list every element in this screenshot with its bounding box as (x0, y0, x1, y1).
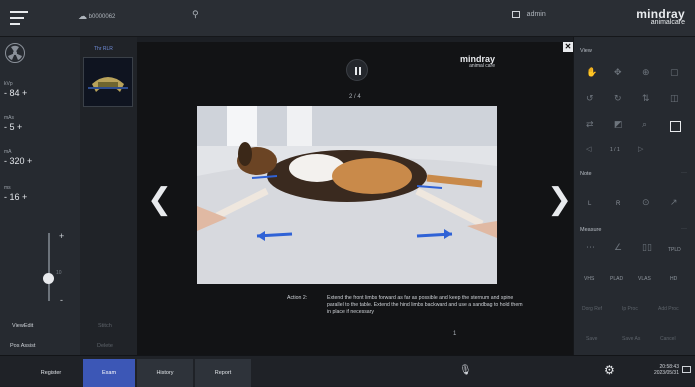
slider-plus[interactable]: + (59, 231, 64, 241)
note-section-title: Note (580, 171, 592, 177)
split-view-icon[interactable]: ◫ (670, 94, 679, 104)
zoom-icon[interactable]: ⊕ (642, 68, 650, 78)
delete-button[interactable]: Delete (97, 343, 113, 349)
measure-vhs[interactable]: VHS (584, 276, 594, 282)
save-as-button[interactable]: Save As (622, 336, 640, 342)
measure-ip-proc[interactable]: Ip Proc (622, 306, 638, 312)
rotate-right-icon[interactable]: ↻ (614, 94, 622, 104)
view-next-icon[interactable]: ▷ (638, 145, 643, 153)
close-icon[interactable]: ✕ (563, 42, 573, 52)
patient-id: b0000062 (88, 14, 116, 20)
measure-hd[interactable]: HD (670, 276, 677, 282)
xray-thumbnail[interactable] (83, 57, 133, 107)
kvp-label: kVp (4, 81, 13, 87)
thumbnail-title: Thr RLR (94, 46, 113, 52)
arrow-annotation-icon[interactable]: ↗ (670, 198, 678, 208)
user-icon (512, 11, 520, 18)
layout-square-icon[interactable] (670, 121, 681, 132)
menu-icon[interactable] (10, 11, 28, 25)
tab-register[interactable]: Register (26, 359, 76, 387)
tab-history[interactable]: History (137, 359, 193, 387)
angle-measure-icon[interactable]: ∠ (614, 243, 622, 253)
previous-arrow-icon[interactable]: ❮ (147, 182, 172, 217)
viewer-brand-logo: mindray animal care (460, 54, 495, 69)
cancel-button[interactable]: Cancel (660, 336, 676, 342)
microphone-icon[interactable]: 🎙 (459, 365, 472, 376)
page-number: 1 (453, 331, 457, 337)
slider-thumb[interactable] (43, 273, 54, 284)
slider-minus[interactable]: - (60, 295, 63, 305)
bottom-bar: Register Exam History Report 🎙 ⚙ 20:58:4… (0, 355, 695, 387)
ma-label: mA (4, 149, 12, 155)
person-icon[interactable]: ⚲ (192, 10, 199, 20)
caption-text: Extend the front limbs forward as far as… (327, 295, 523, 315)
measure-add-proc[interactable]: Add Proc (658, 306, 679, 312)
flip-vertical-icon[interactable]: ⇅ (642, 94, 650, 104)
measure-plad[interactable]: PLAD (610, 276, 623, 282)
view-pager: 1 / 1 (610, 147, 620, 153)
pause-icon (355, 67, 357, 75)
caption-label: Action 2: (287, 295, 308, 301)
parallel-measure-icon[interactable]: ▯▯ (642, 243, 652, 253)
save-button[interactable]: Save (586, 336, 597, 342)
pan-hand-icon[interactable]: ✋ (586, 68, 597, 78)
view-prev-icon[interactable]: ◁ (586, 145, 591, 153)
slider-track (48, 233, 50, 301)
note-right-marker[interactable]: R (616, 201, 620, 207)
tab-report[interactable]: Report (195, 359, 251, 387)
flip-horizontal-icon[interactable]: ⇄ (586, 120, 594, 130)
top-bar: ☁ b0000062 ⚲ admin mindray animalcare (0, 0, 695, 37)
measure-vlas[interactable]: VLAS (638, 276, 651, 282)
cloud-icon: ☁ (78, 12, 87, 22)
measure-more-icon[interactable]: ··· (681, 226, 687, 232)
move-icon[interactable]: ✥ (614, 68, 622, 78)
left-panel: kVp - 84 + mAs - 5 + mA - 320 + ms - 16 … (0, 37, 80, 355)
measure-dorg-ref[interactable]: Dorg Ref (582, 306, 602, 312)
note-left-marker[interactable]: L (588, 201, 591, 207)
ms-label: ms (4, 185, 11, 191)
view-edit-button[interactable]: ViewEdit (12, 323, 33, 329)
pos-assist-button[interactable]: Pos Assist (10, 343, 35, 349)
ms-value[interactable]: - 16 + (4, 192, 27, 202)
brand-logo: mindray animalcare (636, 7, 685, 26)
user-name: admin (526, 11, 546, 18)
settings-gear-icon[interactable]: ⚙ (604, 363, 615, 377)
note-more-icon[interactable]: ··· (681, 170, 687, 176)
intensity-slider[interactable]: + - 10 (35, 227, 65, 317)
radiation-icon[interactable] (5, 43, 25, 63)
next-arrow-icon[interactable]: ❯ (547, 182, 572, 217)
keyboard-icon[interactable] (682, 366, 691, 373)
measure-tpld[interactable]: TPLD (668, 247, 681, 253)
view-section-title: View (580, 48, 592, 54)
kvp-value[interactable]: - 84 + (4, 88, 27, 98)
clock: 20:58:43 2023/05/31 (654, 364, 679, 376)
slider-value: 10 (56, 270, 62, 276)
rotate-left-icon[interactable]: ↺ (586, 94, 594, 104)
measure-section-title: Measure (580, 227, 602, 233)
magnify-icon[interactable]: ⌕ (642, 120, 647, 130)
positioning-photo (197, 106, 497, 284)
mas-label: mAs (4, 115, 14, 121)
invert-icon[interactable]: ◩ (614, 120, 623, 130)
mas-value[interactable]: - 5 + (4, 122, 22, 132)
thumbnail-panel: Thr RLR Stitch Delete (80, 37, 137, 355)
pause-button[interactable] (346, 59, 368, 81)
patient-indicator[interactable]: ☁ b0000062 (78, 12, 115, 22)
ma-value[interactable]: - 320 + (4, 156, 32, 166)
line-measure-icon[interactable]: ⋯ (586, 243, 595, 253)
clock-date: 2023/05/31 (653, 370, 679, 376)
tab-exam[interactable]: Exam (83, 359, 135, 387)
stitch-button[interactable]: Stitch (98, 323, 112, 329)
page-indicator: 2 / 4 (349, 94, 361, 100)
right-panel: View ✋ ✥ ⊕ ▢ ↺ ↻ ⇅ ◫ ⇄ ◩ ⌕ ◁ 1 / 1 ▷ Not… (573, 37, 695, 355)
positioning-guide-viewer: ✕ 2 / 4 mindray animal care ❮ ❯ Action 2… (137, 42, 573, 355)
target-icon[interactable]: ⊙ (642, 198, 650, 208)
fit-icon[interactable]: ▢ (670, 68, 679, 78)
user-indicator[interactable]: admin (512, 11, 546, 18)
